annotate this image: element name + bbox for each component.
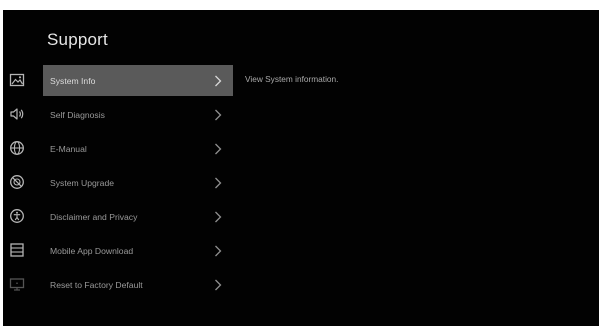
chevron-right-icon	[213, 143, 223, 155]
network-category-icon[interactable]	[8, 139, 26, 157]
chevron-right-icon	[213, 279, 223, 291]
item-description: View System information.	[245, 74, 339, 84]
support-category-icon[interactable]	[8, 275, 26, 293]
menu-item-disclaimer-privacy[interactable]: Disclaimer and Privacy	[43, 201, 233, 232]
chevron-right-icon	[213, 75, 223, 87]
chevron-right-icon	[213, 211, 223, 223]
page-title: Support	[47, 30, 108, 49]
chevron-right-icon	[213, 177, 223, 189]
menu-item-label: Self Diagnosis	[50, 109, 105, 120]
menu-item-mobile-app-download[interactable]: Mobile App Download	[43, 235, 233, 266]
menu-item-label: System Upgrade	[50, 177, 115, 188]
menu-item-self-diagnosis[interactable]: Self Diagnosis	[43, 99, 233, 130]
accessibility-category-icon[interactable]	[8, 207, 26, 225]
menu-item-label: E-Manual	[50, 143, 87, 154]
chevron-right-icon	[213, 245, 223, 257]
list-category-icon[interactable]	[8, 241, 26, 259]
menu-item-system-info[interactable]: System Info	[43, 65, 233, 96]
menu-item-label: Reset to Factory Default	[50, 279, 143, 290]
menu-item-reset-factory-default[interactable]: Reset to Factory Default	[43, 269, 233, 300]
sound-category-icon[interactable]	[8, 105, 26, 123]
menu-item-label: Disclaimer and Privacy	[50, 211, 138, 222]
menu-item-system-upgrade[interactable]: System Upgrade	[43, 167, 233, 198]
chevron-right-icon	[213, 109, 223, 121]
menu-item-label: Mobile App Download	[50, 245, 134, 256]
menu-item-e-manual[interactable]: E-Manual	[43, 133, 233, 164]
picture-category-icon[interactable]	[8, 71, 26, 89]
general-category-icon[interactable]	[8, 173, 26, 191]
menu-item-label: System Info	[50, 75, 96, 86]
tv-screen: Support System Info Self Diagnosis E-Man…	[3, 10, 599, 326]
